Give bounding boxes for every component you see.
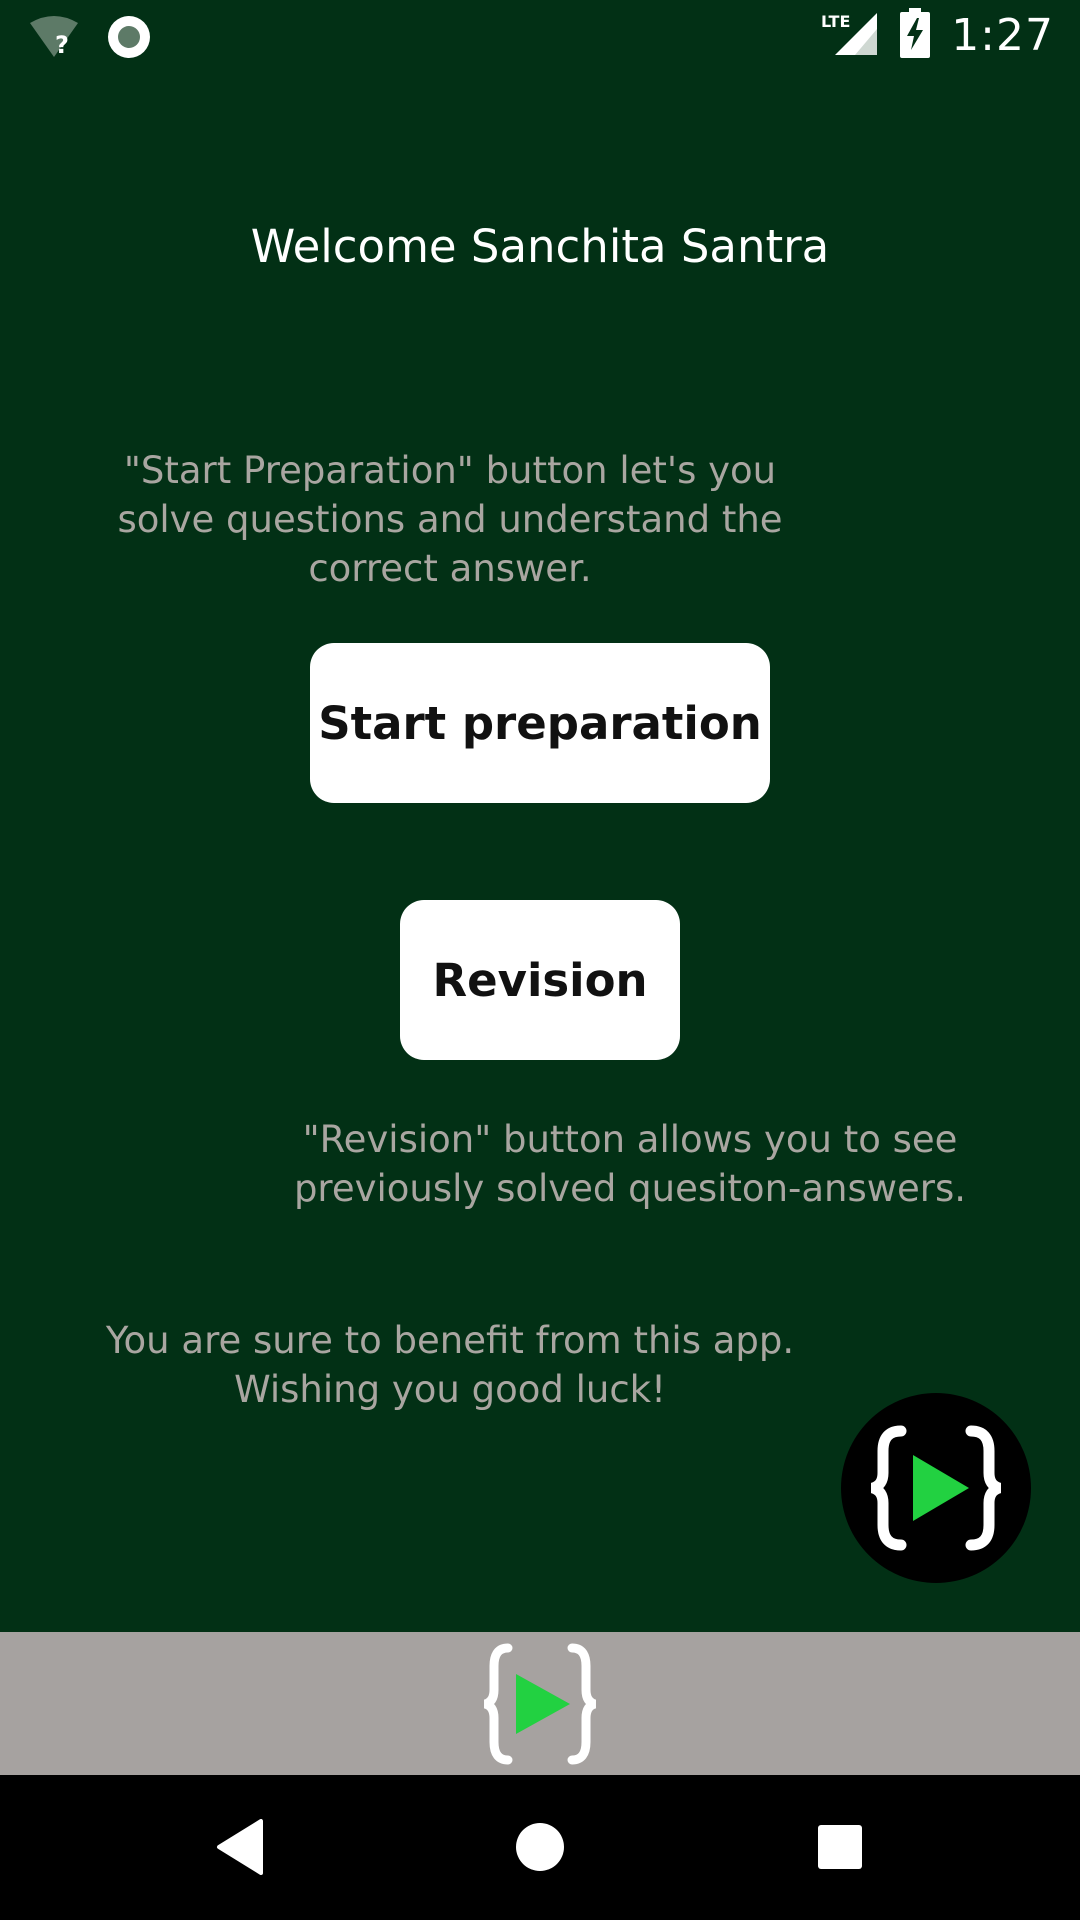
home-button[interactable] — [490, 1797, 590, 1897]
app-screen: ? LTE 1:27 Welcome Sanchita Santra "Star… — [0, 0, 1080, 1920]
svg-text:LTE: LTE — [821, 12, 850, 31]
battery-charging-icon — [899, 8, 931, 63]
status-bar: ? LTE 1:27 — [0, 0, 1080, 72]
code-play-logo-icon — [483, 1643, 597, 1764]
code-play-icon — [871, 1425, 1001, 1551]
closing-message: You are sure to benefit from this app. W… — [105, 1319, 795, 1411]
status-left: ? — [28, 14, 152, 65]
wifi-question-icon: ? — [28, 15, 80, 64]
revision-button[interactable]: Revision — [400, 900, 680, 1060]
home-icon — [516, 1823, 564, 1871]
bottom-banner — [0, 1632, 1080, 1775]
status-right: LTE 1:27 — [821, 8, 1054, 63]
recents-button[interactable] — [790, 1797, 890, 1897]
revision-description: "Revision" button allows you to see prev… — [293, 1118, 967, 1210]
svg-text:?: ? — [55, 31, 69, 59]
navigation-bar — [0, 1775, 1080, 1920]
status-time: 1:27 — [951, 10, 1054, 61]
back-button[interactable] — [190, 1797, 290, 1897]
lte-signal-icon: LTE — [821, 9, 879, 62]
welcome-title: Welcome Sanchita Santra — [250, 220, 830, 273]
code-play-fab[interactable] — [841, 1393, 1031, 1583]
prep-description: "Start Preparation" button let's you sol… — [117, 449, 783, 590]
back-icon — [217, 1819, 263, 1875]
recents-icon — [818, 1825, 862, 1869]
record-icon — [106, 14, 152, 65]
start-preparation-button[interactable]: Start preparation — [310, 643, 770, 803]
